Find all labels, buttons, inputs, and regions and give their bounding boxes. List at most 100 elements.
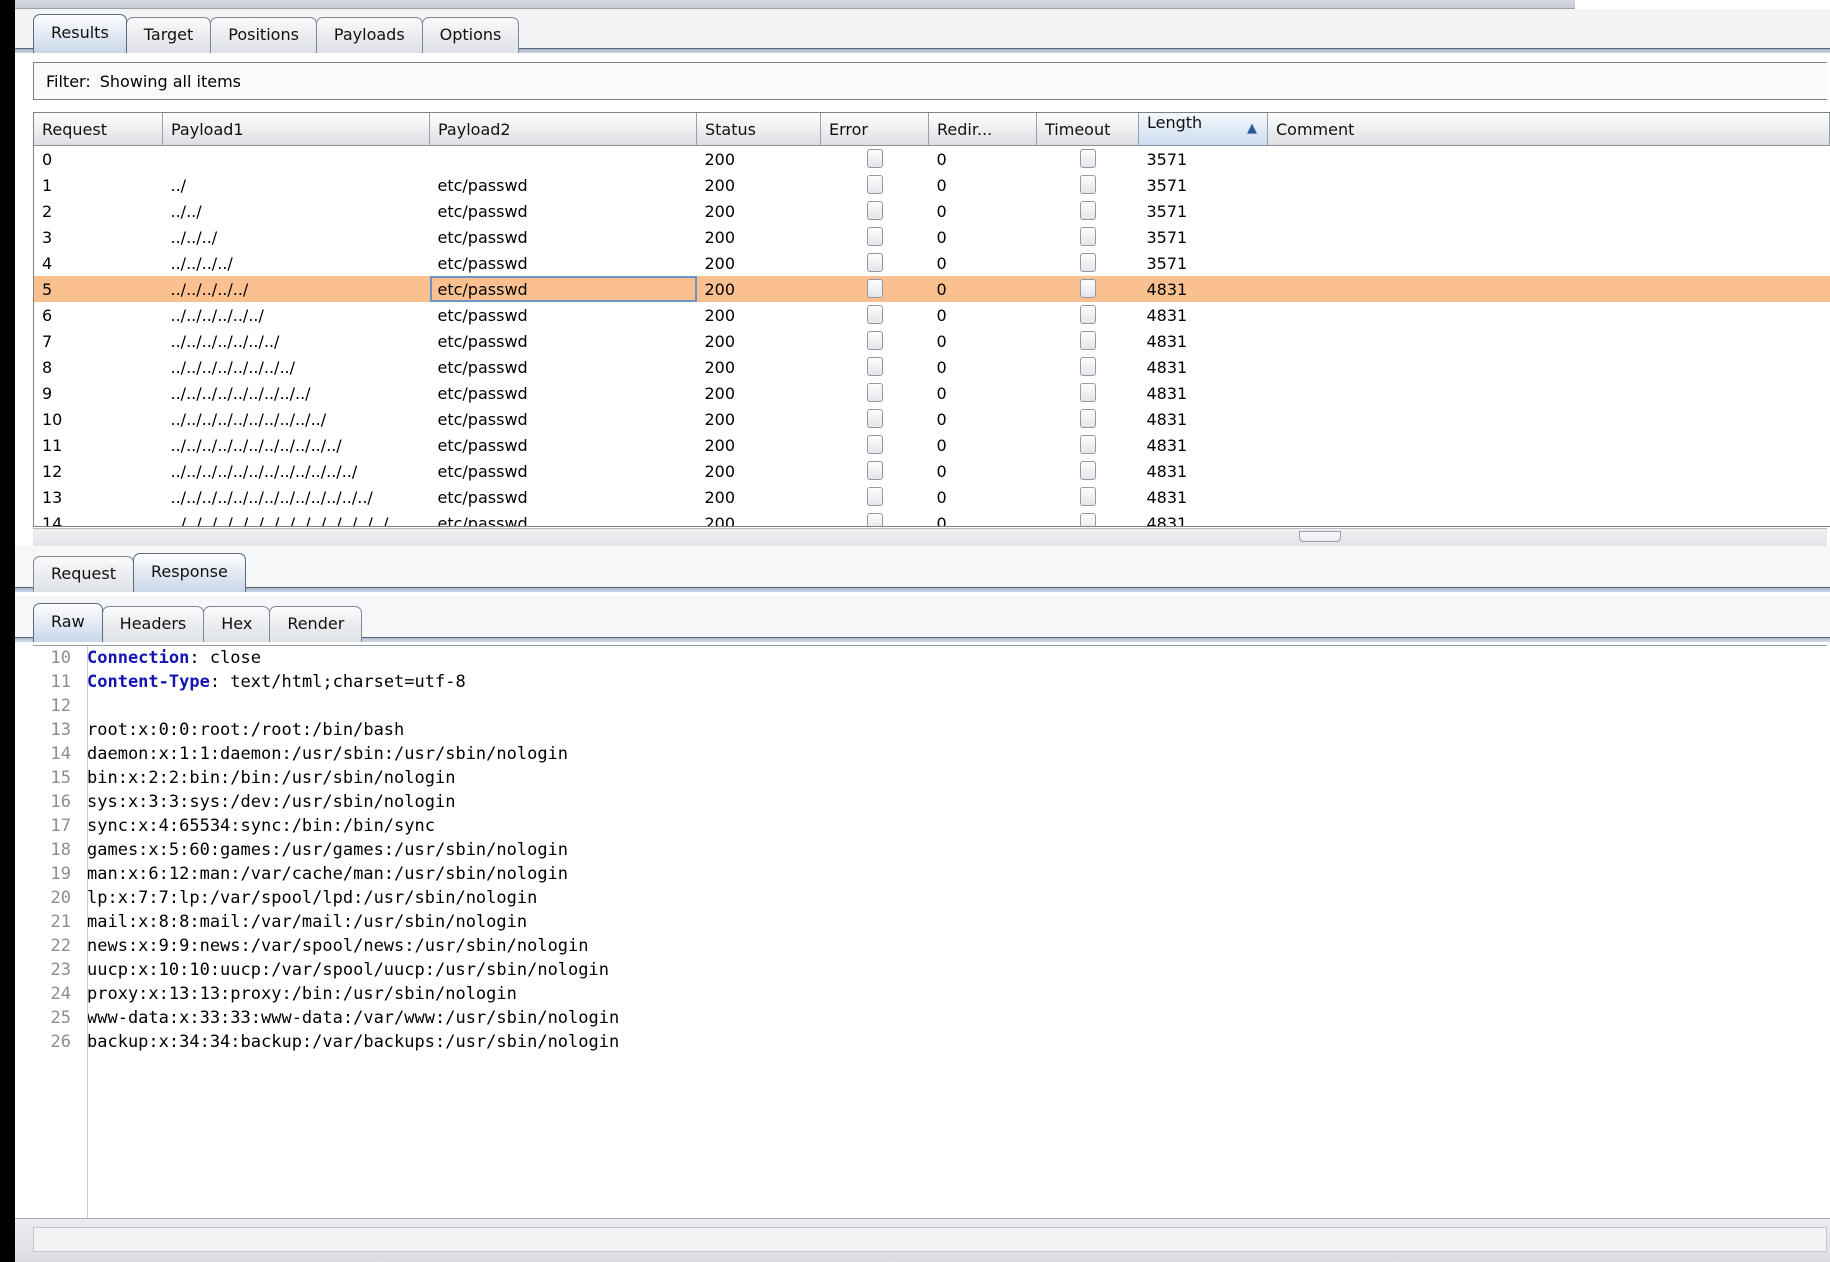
cell-error[interactable] xyxy=(821,146,929,173)
table-row[interactable]: 10 ../../../../../../../../../../ etc/pass… xyxy=(34,406,1830,432)
cell-payload2[interactable]: etc/passwd xyxy=(430,328,697,354)
cell-error[interactable] xyxy=(821,484,929,510)
cell-timeout[interactable] xyxy=(1037,458,1139,484)
column-header-payload2[interactable]: Payload2 xyxy=(429,113,697,146)
timeout-checkbox[interactable] xyxy=(1079,253,1096,272)
filter-bar[interactable]: Filter: Showing all items xyxy=(33,62,1827,100)
cell-length[interactable]: 4831 xyxy=(1139,510,1268,527)
cell-timeout[interactable] xyxy=(1037,146,1139,173)
error-checkbox[interactable] xyxy=(866,383,883,402)
cell-timeout[interactable] xyxy=(1037,484,1139,510)
table-row[interactable]: 0 200 0 3571 xyxy=(34,146,1830,173)
error-checkbox[interactable] xyxy=(866,357,883,376)
column-header-payload1[interactable]: Payload1 xyxy=(162,113,430,146)
cell-payload1[interactable]: ../../../../../../../../../../../../ xyxy=(163,458,430,484)
cell-payload2[interactable]: etc/passwd xyxy=(429,276,697,302)
cell-status[interactable]: 200 xyxy=(697,146,821,173)
cell-error[interactable] xyxy=(821,250,929,276)
cell-request[interactable]: 1 xyxy=(34,172,163,198)
cell-comment[interactable] xyxy=(1268,406,1830,432)
cell-payload1[interactable]: ../../../../../../../ xyxy=(163,328,430,354)
cell-payload1[interactable]: ../../../../../../../../../../../../../ xyxy=(163,484,430,510)
cell-status[interactable]: 200 xyxy=(697,484,821,510)
cell-status[interactable]: 200 xyxy=(697,302,821,328)
cell-timeout[interactable] xyxy=(1037,302,1139,328)
table-row[interactable]: 2 ../../ etc/passwd 200 0 3571 xyxy=(34,198,1830,224)
cell-length[interactable]: 3571 xyxy=(1139,172,1268,198)
cell-request[interactable]: 13 xyxy=(34,484,163,510)
cell-comment[interactable] xyxy=(1267,276,1830,302)
cell-payload1[interactable]: ../../../../../../../../../../../../../.… xyxy=(163,510,430,527)
cell-length[interactable]: 4831 xyxy=(1139,380,1268,406)
cell-timeout[interactable] xyxy=(1037,354,1139,380)
cell-payload2[interactable]: etc/passwd xyxy=(430,510,697,527)
timeout-checkbox[interactable] xyxy=(1079,461,1096,480)
cell-timeout[interactable] xyxy=(1037,172,1139,198)
horizontal-splitter[interactable] xyxy=(33,528,1827,547)
table-row[interactable]: 6 ../../../../../../ etc/passwd 200 0 4831 xyxy=(34,302,1830,328)
error-checkbox[interactable] xyxy=(866,461,883,480)
splitter-grip[interactable] xyxy=(1299,531,1341,542)
cell-payload2[interactable]: etc/passwd xyxy=(430,432,697,458)
cell-redirect[interactable]: 0 xyxy=(929,484,1037,510)
timeout-checkbox[interactable] xyxy=(1079,149,1096,168)
cell-timeout[interactable] xyxy=(1037,198,1139,224)
cell-redirect[interactable]: 0 xyxy=(929,510,1037,527)
tab-options[interactable]: Options xyxy=(421,17,520,53)
cell-status[interactable]: 200 xyxy=(697,250,821,276)
cell-request[interactable]: 10 xyxy=(34,406,163,432)
cell-redirect[interactable]: 0 xyxy=(929,432,1037,458)
cell-comment[interactable] xyxy=(1268,250,1830,276)
tab-payloads[interactable]: Payloads xyxy=(315,17,423,53)
timeout-checkbox[interactable] xyxy=(1079,357,1096,376)
tab-positions[interactable]: Positions xyxy=(210,17,317,53)
table-row[interactable]: 8 ../../../../../../../../ etc/passwd 200 0 4… xyxy=(34,354,1830,380)
view-tab-headers[interactable]: Headers xyxy=(101,606,205,642)
cell-timeout[interactable] xyxy=(1037,510,1139,526)
cell-status[interactable]: 200 xyxy=(697,380,821,406)
cell-comment[interactable] xyxy=(1268,224,1830,250)
cell-timeout[interactable] xyxy=(1037,224,1139,250)
cell-payload1[interactable] xyxy=(163,146,430,173)
cell-request[interactable]: 2 xyxy=(34,198,163,224)
cell-length[interactable]: 4831 xyxy=(1139,328,1268,354)
cell-payload1[interactable]: ../../../../../../../../../../ xyxy=(163,406,430,432)
cell-redirect[interactable]: 0 xyxy=(929,250,1037,276)
timeout-checkbox[interactable] xyxy=(1079,409,1096,428)
cell-length[interactable]: 4831 xyxy=(1139,302,1268,328)
cell-redirect[interactable]: 0 xyxy=(929,380,1037,406)
column-header-status[interactable]: Status xyxy=(696,113,821,146)
error-checkbox[interactable] xyxy=(866,435,883,454)
cell-timeout[interactable] xyxy=(1037,380,1139,406)
cell-payload1[interactable]: ../../../../../../ xyxy=(163,302,430,328)
tab-results[interactable]: Results xyxy=(33,14,127,53)
timeout-checkbox[interactable] xyxy=(1079,201,1096,220)
cell-length[interactable]: 4831 xyxy=(1139,458,1268,484)
cell-payload2[interactable]: etc/passwd xyxy=(430,406,697,432)
cell-request[interactable]: 3 xyxy=(34,224,163,250)
column-header-length[interactable]: Length ▲ xyxy=(1138,113,1268,146)
cell-request[interactable]: 0 xyxy=(34,146,163,173)
cell-comment[interactable] xyxy=(1268,198,1830,224)
cell-comment[interactable] xyxy=(1268,328,1830,354)
cell-error[interactable] xyxy=(821,198,929,224)
cell-payload1[interactable]: ../ xyxy=(163,172,430,198)
column-header-timeout[interactable]: Timeout xyxy=(1036,113,1139,146)
table-row[interactable]: 1 ../ etc/passwd 200 0 3571 xyxy=(34,172,1830,198)
cell-request[interactable]: 14 xyxy=(34,510,163,527)
cell-status[interactable]: 200 xyxy=(696,276,821,302)
cell-payload2[interactable]: etc/passwd xyxy=(430,250,697,276)
table-row[interactable]: 14 ../../../../../../../../../../../../..… xyxy=(34,510,1830,527)
cell-request[interactable]: 12 xyxy=(34,458,163,484)
cell-length[interactable]: 4831 xyxy=(1139,484,1268,510)
cell-redirect[interactable]: 0 xyxy=(929,172,1037,198)
cell-error[interactable] xyxy=(821,458,929,484)
timeout-checkbox[interactable] xyxy=(1079,435,1096,454)
cell-error[interactable] xyxy=(821,510,929,526)
cell-payload1[interactable]: ../../../../../../../../../../../ xyxy=(163,432,430,458)
cell-status[interactable]: 200 xyxy=(697,432,821,458)
cell-request[interactable]: 9 xyxy=(34,380,163,406)
cell-timeout[interactable] xyxy=(1037,432,1139,458)
table-row[interactable]: 7 ../../../../../../../ etc/passwd 200 0 4831 xyxy=(34,328,1830,354)
cell-status[interactable]: 200 xyxy=(697,328,821,354)
